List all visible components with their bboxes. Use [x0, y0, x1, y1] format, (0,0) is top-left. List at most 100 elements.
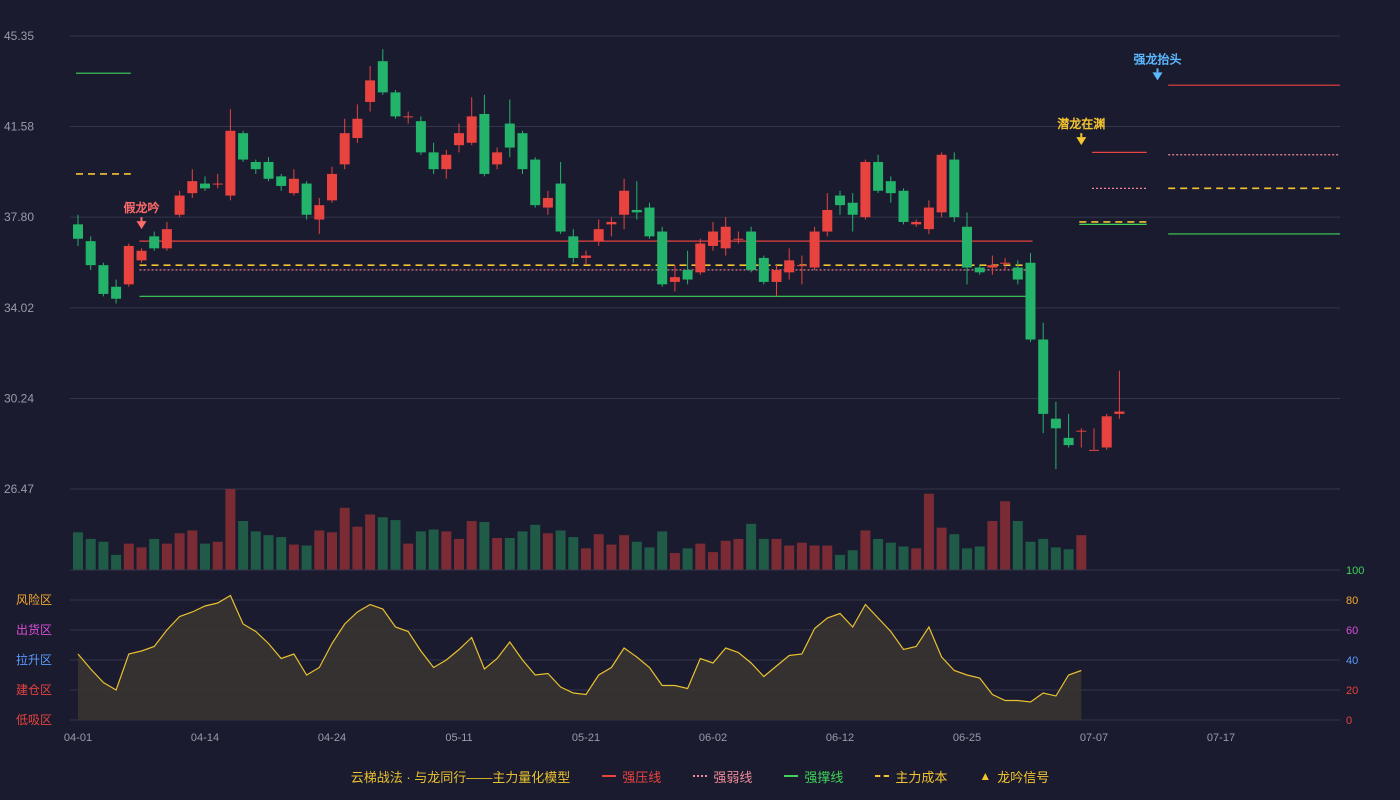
volume-bar: [708, 552, 718, 570]
candle-body: [517, 133, 528, 170]
candle-body: [339, 133, 350, 165]
candle-body: [85, 241, 96, 266]
volume-bar: [644, 547, 655, 570]
volume-bar: [1063, 549, 1074, 570]
date-tick-label: 05-11: [445, 732, 472, 744]
candle-body: [238, 133, 249, 160]
price-grid: [70, 35, 1340, 571]
candle-body: [885, 181, 896, 194]
oscillator-tick-label: 80: [1346, 595, 1358, 607]
volume-bar: [923, 493, 934, 570]
signal-arrow-icon: [136, 221, 147, 230]
candle-body: [276, 176, 287, 186]
candle-body: [682, 269, 693, 280]
candle-body: [111, 286, 122, 299]
indicator-lines: [76, 72, 1340, 297]
volume-bar: [720, 540, 731, 570]
signal-arrow-icon: [1152, 72, 1163, 81]
volume-bar: [161, 543, 172, 570]
volume-bar: [403, 543, 414, 570]
candle-body: [873, 161, 884, 191]
volume-bar: [809, 545, 820, 570]
candle-body: [212, 183, 223, 185]
candle-body: [504, 123, 515, 148]
candle-body: [492, 152, 503, 165]
candle-body: [377, 61, 388, 93]
date-tick-label: 07-17: [1207, 732, 1235, 744]
date-tick-label: 04-14: [191, 732, 219, 744]
candle-body: [1000, 262, 1011, 264]
volume-bar: [263, 535, 274, 570]
legend-signal[interactable]: ▲ 龙吟信号: [979, 767, 1049, 786]
price-axis: 45.35 41.58 37.80 34.02 30.24 26.47: [4, 29, 34, 496]
oscillator-tick-label: 60: [1346, 625, 1358, 637]
legend-signal-label: 龙吟信号: [997, 769, 1050, 785]
date-axis: 04-01 04-14 04-24 05-11 05-21 06-02 06-12 06-25…: [64, 732, 1235, 744]
signal-label: 假龙吟: [123, 200, 159, 215]
volume-bar: [746, 523, 757, 570]
price-tick-label: 30.24: [4, 392, 34, 406]
candle-body: [200, 183, 210, 189]
candle-body: [466, 116, 477, 143]
volume-bar: [631, 541, 642, 570]
price-tick-label: 45.35: [4, 29, 34, 43]
volume-bar: [593, 534, 604, 570]
candle-body: [936, 154, 947, 213]
candle-body: [1076, 430, 1087, 432]
candle-body: [708, 231, 718, 246]
candle-body: [73, 224, 83, 239]
volume-bar: [974, 546, 985, 570]
volume-bar: [581, 548, 591, 570]
candle-body: [822, 209, 833, 232]
volume-bar: [619, 535, 630, 570]
volume-bar: [288, 544, 299, 570]
candle-body: [263, 161, 274, 179]
legend-support[interactable]: 强撑线: [784, 767, 843, 786]
candle-body: [644, 207, 655, 237]
candle-body: [987, 265, 998, 268]
volume-bar: [136, 547, 147, 570]
candle-body: [250, 161, 261, 170]
volume-bar: [85, 538, 96, 570]
signal-label: 强龙抬头: [1133, 51, 1181, 66]
price-tick-label: 37.80: [4, 210, 34, 224]
volume-bar: [542, 533, 553, 570]
volume-bar: [1000, 501, 1011, 570]
volume-bar: [555, 530, 566, 570]
candle-body: [962, 226, 972, 268]
candle-body: [911, 221, 922, 225]
volume-bar: [1076, 535, 1087, 570]
legend-support-swatch: [784, 775, 799, 777]
candle-body: [657, 231, 668, 285]
candle-body: [174, 195, 185, 215]
price-tick-label: 26.47: [4, 482, 34, 496]
oscillator-tick-label: 40: [1346, 655, 1358, 667]
volume-bar: [695, 543, 706, 570]
price-tick-label: 41.58: [4, 119, 34, 133]
volume-bar: [733, 538, 744, 570]
legend-pressure[interactable]: 强压线: [602, 767, 661, 786]
candle-body: [136, 250, 147, 261]
volume-bar: [339, 507, 350, 570]
zone-label: 低吸区: [16, 713, 52, 727]
candle-body: [288, 178, 299, 194]
volume-bar: [73, 532, 83, 570]
volume-bar: [771, 538, 782, 570]
zone-label: 出货区: [16, 622, 52, 637]
candle-body: [593, 229, 604, 242]
legend-cost[interactable]: 主力成本: [875, 767, 947, 786]
volume-bar: [796, 542, 807, 570]
volume-bar: [415, 531, 426, 570]
volume-bar: [758, 538, 769, 570]
candle-body: [568, 236, 579, 258]
oscillator-area: [78, 595, 1082, 720]
candle-body: [860, 161, 871, 218]
volume-bar: [377, 517, 388, 570]
volume-bar: [352, 526, 363, 570]
candle-body: [974, 267, 985, 273]
legend-cost-swatch: [875, 775, 890, 777]
oscillator-tick-label: 100: [1346, 565, 1364, 577]
candle-body: [720, 226, 731, 249]
legend-weak[interactable]: 强弱线: [693, 767, 752, 786]
candle-body: [479, 113, 490, 174]
